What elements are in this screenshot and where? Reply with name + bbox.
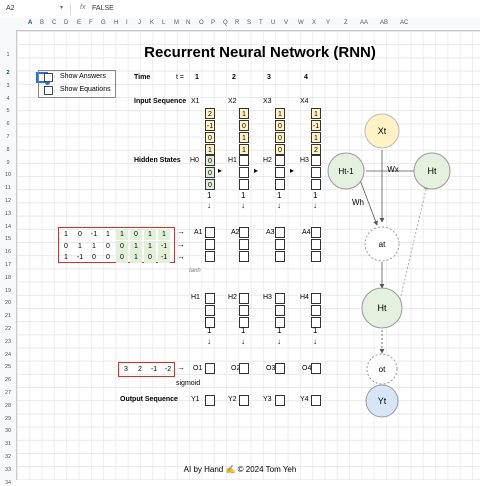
- wh-label: Wh: [352, 198, 364, 207]
- rnn-diagram: Xt Ht-1 Ht Wx Wh at Ht ot Yt: [327, 113, 451, 418]
- yt-label: Yt: [378, 396, 387, 406]
- xt-label: Xt: [378, 126, 387, 136]
- ot-label: ot: [379, 365, 386, 374]
- ht-label: Ht: [378, 303, 387, 313]
- h-right-label: Ht: [428, 166, 437, 176]
- ht-to-ht-edge: [399, 184, 429, 301]
- at-label: at: [379, 240, 386, 249]
- h-prev-label: Ht-1: [338, 167, 354, 176]
- footer-credit: AI by Hand ✍️ © 2024 Tom Yeh: [183, 465, 297, 474]
- wx-label: Wx: [387, 165, 399, 174]
- row-header[interactable]: 34: [0, 480, 16, 486]
